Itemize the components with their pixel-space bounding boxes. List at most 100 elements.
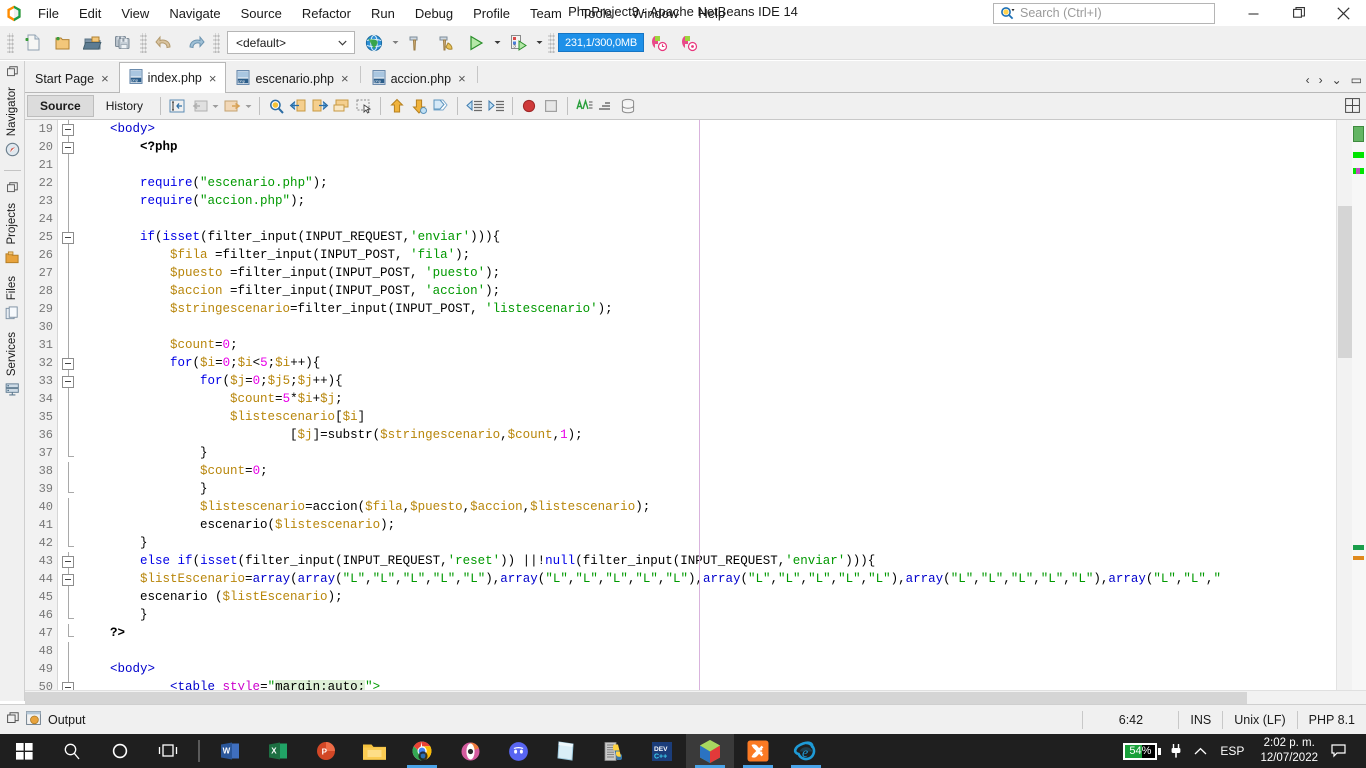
windows-start-icon[interactable] (0, 734, 48, 768)
code-line[interactable]: $listescenario=accion($fila,$puesto,$acc… (80, 498, 1366, 516)
excel-icon[interactable]: X (254, 734, 302, 768)
chevron-down-icon[interactable]: ⌄ (1332, 73, 1342, 87)
fold-marker[interactable] (59, 372, 79, 390)
fold-marker[interactable] (59, 318, 79, 336)
python-icon[interactable] (590, 734, 638, 768)
fold-marker[interactable] (59, 516, 79, 534)
search-box[interactable]: Search (Ctrl+I) (993, 2, 1215, 24)
code-line[interactable]: $count=0; (80, 336, 1366, 354)
code-line[interactable] (80, 642, 1366, 660)
editor-vertical-scrollbar[interactable] (1336, 120, 1352, 704)
toolbar-grip-2[interactable] (140, 32, 147, 53)
fold-marker[interactable] (59, 588, 79, 606)
stop-square-icon[interactable] (540, 95, 562, 117)
toolbar-grip-4[interactable] (548, 32, 555, 53)
opera-icon[interactable] (446, 734, 494, 768)
close-icon[interactable]: × (207, 72, 219, 85)
hscrollbar-thumb[interactable] (25, 692, 1247, 704)
editor-horizontal-scrollbar[interactable] (25, 690, 1366, 704)
globe-icon[interactable] (359, 29, 389, 57)
arrow-down-tag-icon[interactable] (408, 95, 430, 117)
annotation-marker-green[interactable] (1353, 152, 1364, 158)
code-line[interactable]: escenario ($listEscenario); (80, 588, 1366, 606)
arrow-left-box-icon[interactable] (287, 95, 309, 117)
fold-marker[interactable] (59, 282, 79, 300)
fold-marker[interactable] (59, 462, 79, 480)
code-line[interactable]: for($j=0;$j5;$j++){ (80, 372, 1366, 390)
globe-dropdown-arrow[interactable] (389, 29, 401, 57)
close-icon[interactable]: × (99, 72, 111, 85)
tab-history[interactable]: History (94, 95, 155, 117)
fold-marker[interactable] (59, 426, 79, 444)
code-line[interactable]: [$j]=substr($stringescenario,$count,1); (80, 426, 1366, 444)
code-line[interactable]: } (80, 606, 1366, 624)
menu-item-debug[interactable]: Debug (405, 3, 463, 24)
undo-icon[interactable] (150, 29, 180, 57)
project-config-combo[interactable]: <default> (227, 31, 355, 54)
clean-build-icon[interactable] (431, 29, 461, 57)
cursor-position-indicator[interactable]: 6:42 (1082, 711, 1178, 729)
fold-marker[interactable] (59, 174, 79, 192)
fold-marker[interactable] (59, 300, 79, 318)
database-icon[interactable] (617, 95, 639, 117)
fold-marker[interactable] (59, 642, 79, 660)
search-input[interactable]: Search (Ctrl+I) (1020, 6, 1102, 20)
toolbar-grip[interactable] (7, 32, 14, 53)
forward-history-dropdown-icon[interactable] (243, 95, 254, 117)
code-line[interactable] (80, 210, 1366, 228)
scroll-tabs-right-icon[interactable]: › (1319, 73, 1323, 87)
fold-marker[interactable] (59, 246, 79, 264)
power-plug-icon[interactable] (1164, 734, 1188, 768)
code-editor[interactable]: 19 20 21 22 23 24 25 26 27 28 29 30 31 32 33 34 35 36 37 38… (25, 120, 1366, 704)
fold-collapse-box[interactable] (62, 231, 74, 244)
editor-tab-accion-php[interactable]: php accion.php × (362, 64, 476, 92)
maximize-editor-icon[interactable]: ▭ (1351, 73, 1362, 87)
code-line[interactable]: ?> (80, 624, 1366, 642)
dashed-select-icon[interactable] (353, 95, 375, 117)
menu-item-run[interactable]: Run (361, 3, 405, 24)
code-line[interactable]: } (80, 444, 1366, 462)
code-line[interactable]: require("escenario.php"); (80, 174, 1366, 192)
toolbar-grip-3[interactable] (213, 32, 220, 53)
fold-marker[interactable] (59, 228, 79, 246)
code-fold-column[interactable] (59, 120, 79, 704)
cortana-circle-icon[interactable] (96, 734, 144, 768)
code-line[interactable] (80, 318, 1366, 336)
fold-marker[interactable] (59, 210, 79, 228)
insert-mode-indicator[interactable]: INS (1178, 711, 1222, 729)
debug-dropdown-arrow[interactable] (533, 29, 545, 57)
battery-indicator[interactable]: 54% (1123, 742, 1162, 760)
open-project-icon[interactable] (77, 29, 107, 57)
code-line[interactable]: } (80, 480, 1366, 498)
annotation-marker-overview[interactable] (1353, 126, 1364, 142)
editor-error-stripe[interactable] (1352, 120, 1366, 704)
xampp-icon[interactable] (734, 734, 782, 768)
code-line[interactable]: $fila =filter_input(INPUT_POST, 'fila'); (80, 246, 1366, 264)
menu-item-team[interactable]: Team (520, 3, 572, 24)
line-ending-indicator[interactable]: Unix (LF) (1222, 711, 1296, 729)
fold-collapse-box[interactable] (62, 573, 74, 586)
sidebar-item-projects[interactable]: Projects (6, 199, 18, 249)
debug-icon[interactable]: 3 (503, 29, 533, 57)
sidebar-item-files[interactable]: Files (6, 272, 18, 304)
rect-select-icon[interactable] (166, 95, 188, 117)
fold-marker[interactable] (59, 408, 79, 426)
fold-marker[interactable] (59, 606, 79, 624)
arrow-back-icon[interactable] (188, 95, 210, 117)
output-tab-label[interactable]: Output (48, 713, 86, 727)
new-project-icon[interactable] (47, 29, 77, 57)
arrow-up-tag-icon[interactable] (386, 95, 408, 117)
back-history-dropdown-icon[interactable] (210, 95, 221, 117)
task-view-icon[interactable] (144, 734, 192, 768)
fold-marker[interactable] (59, 336, 79, 354)
profile-target-icon[interactable] (674, 29, 704, 57)
minimize-window-icon-3[interactable] (7, 712, 19, 727)
editor-options-button[interactable] (1345, 98, 1360, 116)
annotation-marker-magenta[interactable] (1356, 168, 1360, 174)
macro-record-icon[interactable] (573, 95, 595, 117)
fold-collapse-box[interactable] (62, 555, 74, 568)
fold-marker[interactable] (59, 120, 79, 138)
menu-item-profile[interactable]: Profile (463, 3, 520, 24)
fold-marker[interactable] (59, 624, 79, 642)
minimize-button[interactable] (1231, 0, 1276, 26)
